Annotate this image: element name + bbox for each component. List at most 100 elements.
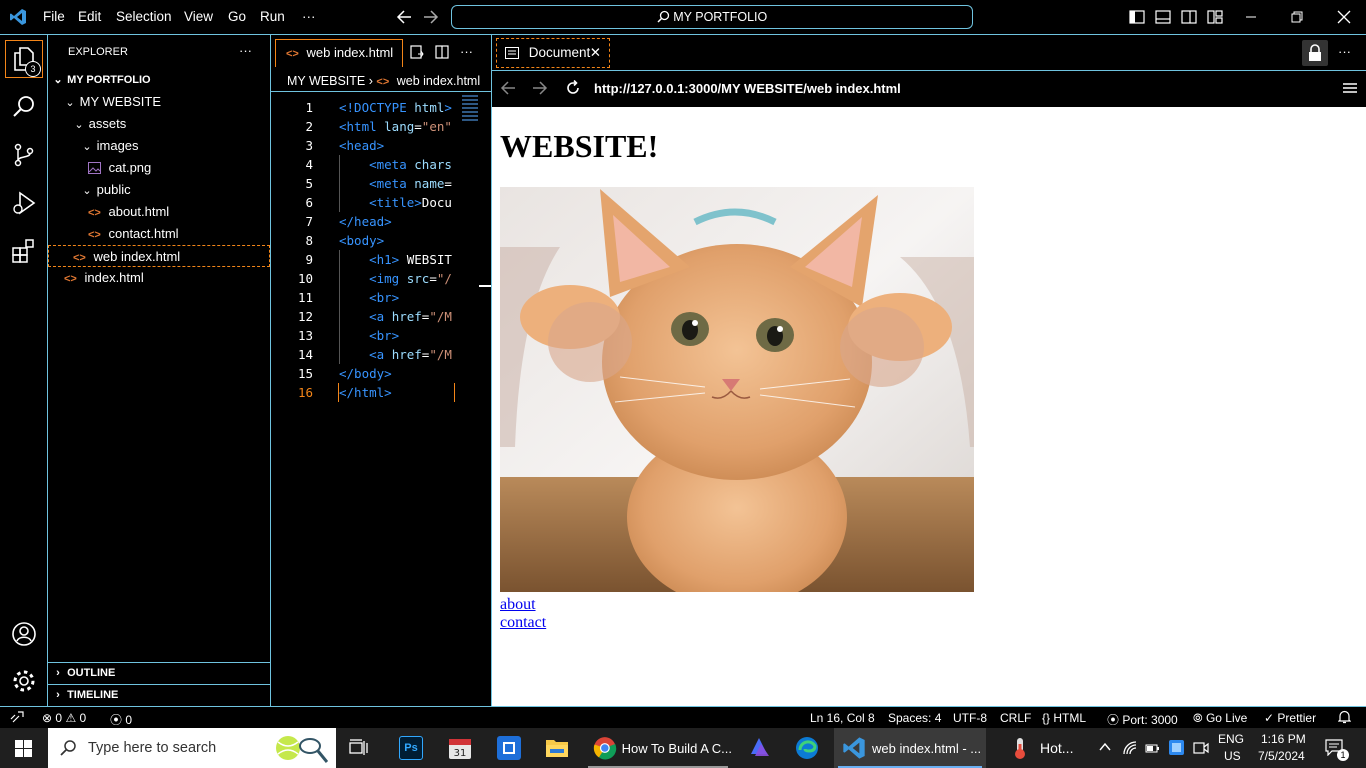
tree-item-images[interactable]: ⌄ images (48, 135, 270, 157)
code-line[interactable]: 12 <a href="/M (271, 307, 491, 326)
restore-icon[interactable] (1290, 10, 1304, 24)
copilot-icon[interactable] (747, 736, 771, 760)
windows-start-icon[interactable] (15, 740, 32, 757)
breadcrumb-folder[interactable]: MY WEBSITE (287, 74, 365, 88)
activity-search[interactable] (0, 83, 47, 131)
taskbar-chrome[interactable]: How To Build A C... (584, 728, 732, 768)
code-line[interactable]: 13 <br> (271, 326, 491, 345)
menu-run[interactable]: Run (260, 9, 285, 24)
tree-item-my-website[interactable]: ⌄ MY WEBSITE (48, 91, 270, 113)
end-of-line[interactable]: CRLF (1000, 711, 1031, 725)
tree-item-public[interactable]: ⌄ public (48, 179, 270, 201)
browser-forward-icon[interactable] (532, 81, 548, 95)
toggle-panel-icon[interactable] (1155, 10, 1171, 24)
clock-time[interactable]: 1:16 PM (1261, 732, 1306, 746)
live-server-port[interactable]: ⦿ Port: 3000 (1107, 711, 1178, 728)
open-changes-icon[interactable] (410, 45, 424, 59)
code-line[interactable]: 8 <body> (271, 231, 491, 250)
timeline-section[interactable]: › TIMELINE (48, 684, 270, 706)
task-view-icon[interactable] (349, 739, 369, 757)
menu-selection[interactable]: Selection (116, 9, 172, 24)
activity-run-debug[interactable] (0, 179, 47, 227)
toggle-primary-sidebar-icon[interactable] (1129, 10, 1145, 24)
clock-date[interactable]: 7/5/2024 (1258, 749, 1305, 763)
battery-icon[interactable] (1145, 740, 1161, 756)
reload-icon[interactable] (565, 80, 581, 96)
taskbar-search-box[interactable]: Type here to search (48, 728, 336, 768)
command-center[interactable]: MY PORTFOLIO (451, 5, 973, 29)
menu-file[interactable]: File (43, 9, 65, 24)
outline-section[interactable]: › OUTLINE (48, 662, 270, 684)
cursor-position[interactable]: Ln 16, Col 8 (810, 711, 875, 725)
code-line[interactable]: 10 <img src="/ (271, 269, 491, 288)
close-tab-icon[interactable]: ✕ (590, 39, 601, 67)
explorer-more-button[interactable]: ··· (239, 43, 252, 58)
prettier-status[interactable]: ✓ Prettier (1264, 711, 1316, 725)
tray-app-icon[interactable] (1168, 739, 1185, 756)
code-line[interactable]: 6 <title>Docu (271, 193, 491, 212)
tree-item-contact-html[interactable]: <> contact.html (48, 223, 270, 245)
code-line[interactable]: 5 <meta name= (271, 174, 491, 193)
tree-item-assets[interactable]: ⌄ assets (48, 113, 270, 135)
minimize-icon[interactable] (1244, 10, 1258, 24)
problems-indicator[interactable]: ⊗ 0 ⚠ 0 (42, 711, 86, 725)
editor-more-button[interactable]: ··· (460, 44, 473, 59)
lock-editor-button[interactable] (1302, 40, 1328, 66)
photoshop-icon[interactable]: Ps (399, 736, 423, 760)
address-bar[interactable]: http://127.0.0.1:3000/MY WEBSITE/web ind… (594, 81, 901, 96)
code-area[interactable]: 1 <!DOCTYPE html> 2 <html lang="en" 3 <head> 4… (271, 92, 491, 706)
activity-extensions[interactable] (0, 227, 47, 275)
tree-item-index-html[interactable]: <> index.html (48, 267, 270, 289)
store-app-icon[interactable] (497, 736, 521, 760)
taskbar-vscode[interactable]: web index.html - ... (834, 728, 986, 768)
code-line[interactable]: 7 </head> (271, 212, 491, 231)
toggle-secondary-sidebar-icon[interactable] (1181, 10, 1197, 24)
contact-link[interactable]: contact (500, 614, 546, 632)
menu-view[interactable]: View (184, 9, 213, 24)
input-language[interactable]: ENG (1218, 732, 1244, 746)
menu-go[interactable]: Go (228, 9, 246, 24)
chevron-up-icon[interactable] (1098, 740, 1112, 754)
browser-menu-icon[interactable] (1343, 82, 1357, 94)
code-line[interactable]: 9 <h1> WEBSIT (271, 250, 491, 269)
meet-now-icon[interactable] (1193, 740, 1209, 756)
about-link[interactable]: about (500, 596, 536, 614)
activity-manage[interactable] (0, 657, 47, 705)
minimap[interactable] (462, 95, 478, 123)
breadcrumb-file[interactable]: web index.html (397, 74, 480, 88)
browser-back-icon[interactable] (500, 81, 516, 95)
code-line[interactable]: 1 <!DOCTYPE html> (271, 98, 491, 117)
edge-icon[interactable] (795, 736, 819, 760)
remote-icon[interactable] (10, 711, 24, 723)
file-explorer-icon[interactable] (545, 737, 569, 759)
notifications-bell-icon[interactable] (1338, 710, 1351, 724)
back-arrow-icon[interactable] (396, 10, 412, 24)
ports-indicator[interactable]: ⦿ 0 (110, 711, 132, 728)
activity-accounts[interactable] (0, 610, 47, 658)
activity-source-control[interactable] (0, 131, 47, 179)
tree-item-about-html[interactable]: <> about.html (48, 201, 270, 223)
calendar-app-icon[interactable]: 31 (448, 736, 472, 760)
tree-item-web-index-html[interactable]: <> web index.html (48, 245, 270, 267)
code-line[interactable]: 11 <br> (271, 288, 491, 307)
tree-item-cat-png[interactable]: cat.png (48, 157, 270, 179)
preview-more-button[interactable]: ··· (1338, 44, 1351, 59)
close-window-icon[interactable] (1337, 10, 1351, 24)
code-line[interactable]: 4 <meta chars (271, 155, 491, 174)
code-line[interactable]: 16 </html> (271, 383, 491, 402)
weather-widget[interactable]: Hot... (1006, 728, 1086, 768)
code-line[interactable]: 3 <head> (271, 136, 491, 155)
network-icon[interactable] (1122, 740, 1138, 756)
menu-edit[interactable]: Edit (78, 9, 101, 24)
menu-more[interactable]: ··· (302, 9, 316, 24)
encoding[interactable]: UTF-8 (953, 711, 987, 725)
editor-tab[interactable]: <> web index.html (275, 39, 403, 67)
input-region[interactable]: US (1224, 749, 1241, 763)
language-mode[interactable]: {} HTML (1042, 711, 1086, 725)
split-editor-icon[interactable] (435, 45, 449, 59)
forward-arrow-icon[interactable] (423, 10, 439, 24)
go-live-button[interactable]: ⦾ Go Live (1193, 711, 1247, 726)
code-line[interactable]: 14 <a href="/M (271, 345, 491, 364)
customize-layout-icon[interactable] (1207, 10, 1223, 24)
activity-explorer[interactable]: 3 (0, 35, 47, 83)
